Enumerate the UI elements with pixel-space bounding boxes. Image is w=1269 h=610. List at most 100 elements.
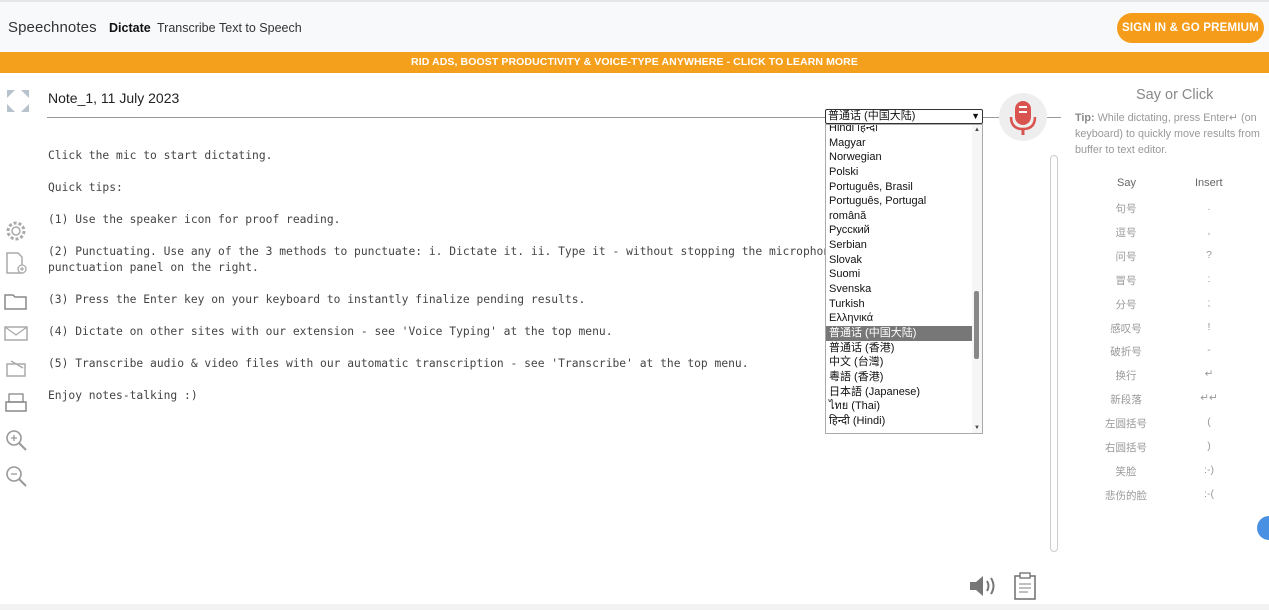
- punctuation-row[interactable]: 句号.: [1090, 201, 1250, 225]
- language-option[interactable]: Português, Brasil: [826, 180, 982, 195]
- punctuation-insert: !: [1207, 320, 1211, 333]
- mic-button[interactable]: [999, 93, 1047, 141]
- punctuation-insert: :-): [1204, 463, 1214, 476]
- mic-icon: [1009, 101, 1037, 135]
- language-option[interactable]: Hindi हिन्दी: [826, 125, 982, 136]
- bottom-bar: [0, 604, 1269, 610]
- punctuation-row[interactable]: 冒号:: [1090, 273, 1250, 297]
- language-option[interactable]: Pусский: [826, 223, 982, 238]
- punctuation-say: 问号: [1115, 250, 1137, 263]
- punctuation-insert: :-(: [1204, 487, 1214, 500]
- tip-label: Tip:: [1075, 112, 1095, 124]
- punctuation-say: 句号: [1115, 203, 1137, 215]
- chevron-down-icon: ▼: [971, 111, 980, 121]
- punctuation-say: 悲伤的脸: [1105, 489, 1147, 502]
- language-option[interactable]: Svenska: [826, 282, 982, 297]
- punctuation-row[interactable]: 新段落 ↵↵: [1090, 392, 1250, 416]
- language-option[interactable]: 中文 (台灣): [826, 355, 982, 370]
- punctuation-row[interactable]: 右圆括号): [1090, 440, 1250, 464]
- language-option[interactable]: Magyar: [826, 136, 982, 151]
- mic-divider-left: [983, 117, 999, 118]
- promo-banner[interactable]: RID ADS, BOOST PRODUCTIVITY & VOICE-TYPE…: [0, 52, 1269, 73]
- zoom-out-icon[interactable]: [3, 463, 29, 489]
- mic-divider-right: [1047, 117, 1061, 118]
- title-divider: [47, 117, 825, 118]
- say-column-header: Say: [1117, 177, 1136, 189]
- language-select[interactable]: 普通话 (中国大陆) ▼: [825, 109, 983, 124]
- email-icon[interactable]: [3, 320, 29, 346]
- dictation-tip: Tip: While dictating, press Enter↵ (on k…: [1075, 110, 1267, 158]
- language-option[interactable]: 粵語 (香港): [826, 370, 982, 385]
- punctuation-insert: ↵↵: [1200, 392, 1218, 405]
- insert-column-header: Insert: [1195, 177, 1223, 189]
- punctuation-row[interactable]: 破折号 -: [1090, 344, 1250, 368]
- folder-icon[interactable]: [3, 288, 29, 314]
- top-bar: Speechnotes Dictate Transcribe Text to S…: [0, 0, 1269, 52]
- language-option[interactable]: Serbian: [826, 238, 982, 253]
- dropdown-scrollbar[interactable]: [972, 125, 982, 433]
- clipboard-icon[interactable]: [1012, 571, 1038, 601]
- language-option[interactable]: Polski: [826, 165, 982, 180]
- brand-logo[interactable]: Speechnotes: [8, 19, 97, 36]
- tip-text: While dictating, press Enter↵ (on keyboa…: [1075, 112, 1260, 156]
- language-option[interactable]: română: [826, 209, 982, 224]
- punctuation-insert: ↵: [1204, 368, 1214, 381]
- language-option[interactable]: Português, Portugal: [826, 194, 982, 209]
- punctuation-say: 破折号: [1110, 346, 1142, 359]
- zoom-in-icon[interactable]: [3, 427, 29, 453]
- language-option[interactable]: Turkish: [826, 297, 982, 312]
- side-feedback-button[interactable]: [1257, 516, 1269, 540]
- punctuation-insert: .: [1207, 201, 1211, 213]
- language-option[interactable]: 普通话 (中国大陆): [826, 325, 973, 341]
- language-dropdown-list[interactable]: Hindi हिन्दी Magyar Norwegian Polski Portugu…: [825, 124, 983, 434]
- language-option[interactable]: Norwegian: [826, 150, 982, 165]
- punctuation-row[interactable]: 问号?: [1090, 249, 1250, 273]
- punctuation-insert: (: [1207, 416, 1211, 429]
- gear-icon[interactable]: [3, 218, 29, 244]
- punctuation-say: 笑脸: [1115, 465, 1137, 478]
- print-icon[interactable]: [3, 390, 29, 416]
- punctuation-say: 换行: [1115, 370, 1137, 383]
- punctuation-insert: ,: [1207, 224, 1211, 237]
- language-option[interactable]: हिन्दी (Hindi): [826, 414, 982, 429]
- language-option[interactable]: ไทย (Thai): [826, 399, 982, 414]
- language-option[interactable]: 普通话 (香港): [826, 341, 982, 356]
- scroll-down-icon[interactable]: ▼: [974, 425, 980, 431]
- punctuation-row[interactable]: 悲伤的脸 :-(: [1090, 488, 1250, 512]
- nav-text-to-speech[interactable]: Text to Speech: [219, 21, 302, 35]
- punctuation-insert: ;: [1207, 296, 1211, 309]
- punctuation-insert: -: [1207, 344, 1211, 357]
- nav-dictate[interactable]: Dictate: [109, 21, 151, 35]
- signin-premium-button[interactable]: SIGN IN & GO PREMIUM: [1117, 13, 1264, 43]
- scroll-up-icon[interactable]: ▲: [974, 127, 980, 133]
- language-select-value: 普通话 (中国大陆): [828, 110, 916, 122]
- punctuation-say: 左圆括号: [1105, 418, 1147, 431]
- language-option[interactable]: Suomi: [826, 267, 982, 282]
- punctuation-say: 逗号: [1115, 226, 1137, 239]
- punctuation-row[interactable]: 换行 ↵: [1090, 368, 1250, 392]
- punctuation-row[interactable]: 左圆括号 (: [1090, 416, 1250, 440]
- speaker-icon[interactable]: [968, 572, 1000, 600]
- punctuation-insert: ?: [1206, 248, 1212, 261]
- language-option[interactable]: Slovak: [826, 253, 982, 268]
- language-option[interactable]: 日本語 (Japanese): [826, 385, 982, 400]
- punctuation-say: 冒号: [1115, 274, 1137, 287]
- new-note-icon[interactable]: [3, 250, 29, 276]
- results-buffer: [1050, 155, 1058, 552]
- punctuation-insert: :: [1207, 272, 1211, 285]
- punctuation-row[interactable]: 笑脸 :-): [1090, 464, 1250, 488]
- punctuation-row[interactable]: 分号;: [1090, 297, 1250, 321]
- language-option[interactable]: Ελληνικά: [826, 311, 982, 326]
- punctuation-row[interactable]: 感叹号!: [1090, 321, 1250, 345]
- punctuation-say: 分号: [1115, 298, 1137, 311]
- dropdown-scroll-thumb[interactable]: [974, 291, 979, 359]
- export-icon[interactable]: [3, 356, 29, 382]
- nav-transcribe[interactable]: Transcribe: [157, 21, 216, 35]
- note-title[interactable]: Note_1, 11 July 2023: [48, 90, 179, 106]
- punctuation-say: 新段落: [1110, 394, 1142, 407]
- punctuation-row[interactable]: 逗号,: [1090, 225, 1250, 249]
- punctuation-insert: ): [1207, 440, 1211, 452]
- punctuation-say: 感叹号: [1110, 322, 1142, 335]
- say-or-click-heading: Say or Click: [1136, 87, 1214, 103]
- expand-icon[interactable]: [5, 88, 31, 114]
